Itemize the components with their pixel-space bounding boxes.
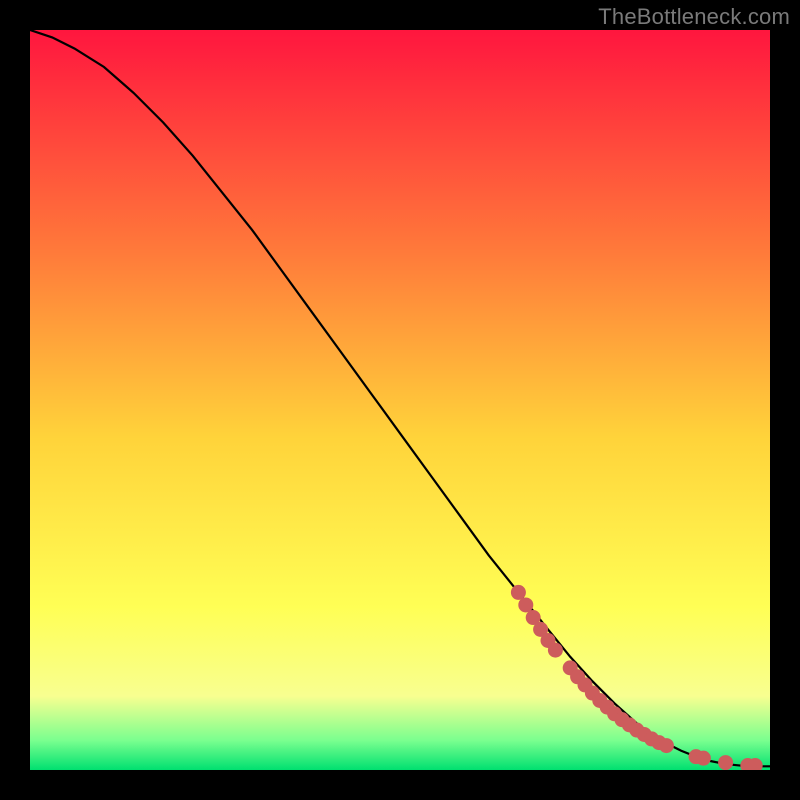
plot-svg: [30, 30, 770, 770]
gradient-background: [30, 30, 770, 770]
data-marker: [511, 585, 526, 600]
attribution-text: TheBottleneck.com: [598, 4, 790, 30]
data-marker: [518, 597, 533, 612]
data-marker: [696, 751, 711, 766]
plot-area: [30, 30, 770, 770]
chart-stage: TheBottleneck.com: [0, 0, 800, 800]
data-marker: [659, 738, 674, 753]
data-marker: [548, 643, 563, 658]
data-marker: [718, 755, 733, 770]
